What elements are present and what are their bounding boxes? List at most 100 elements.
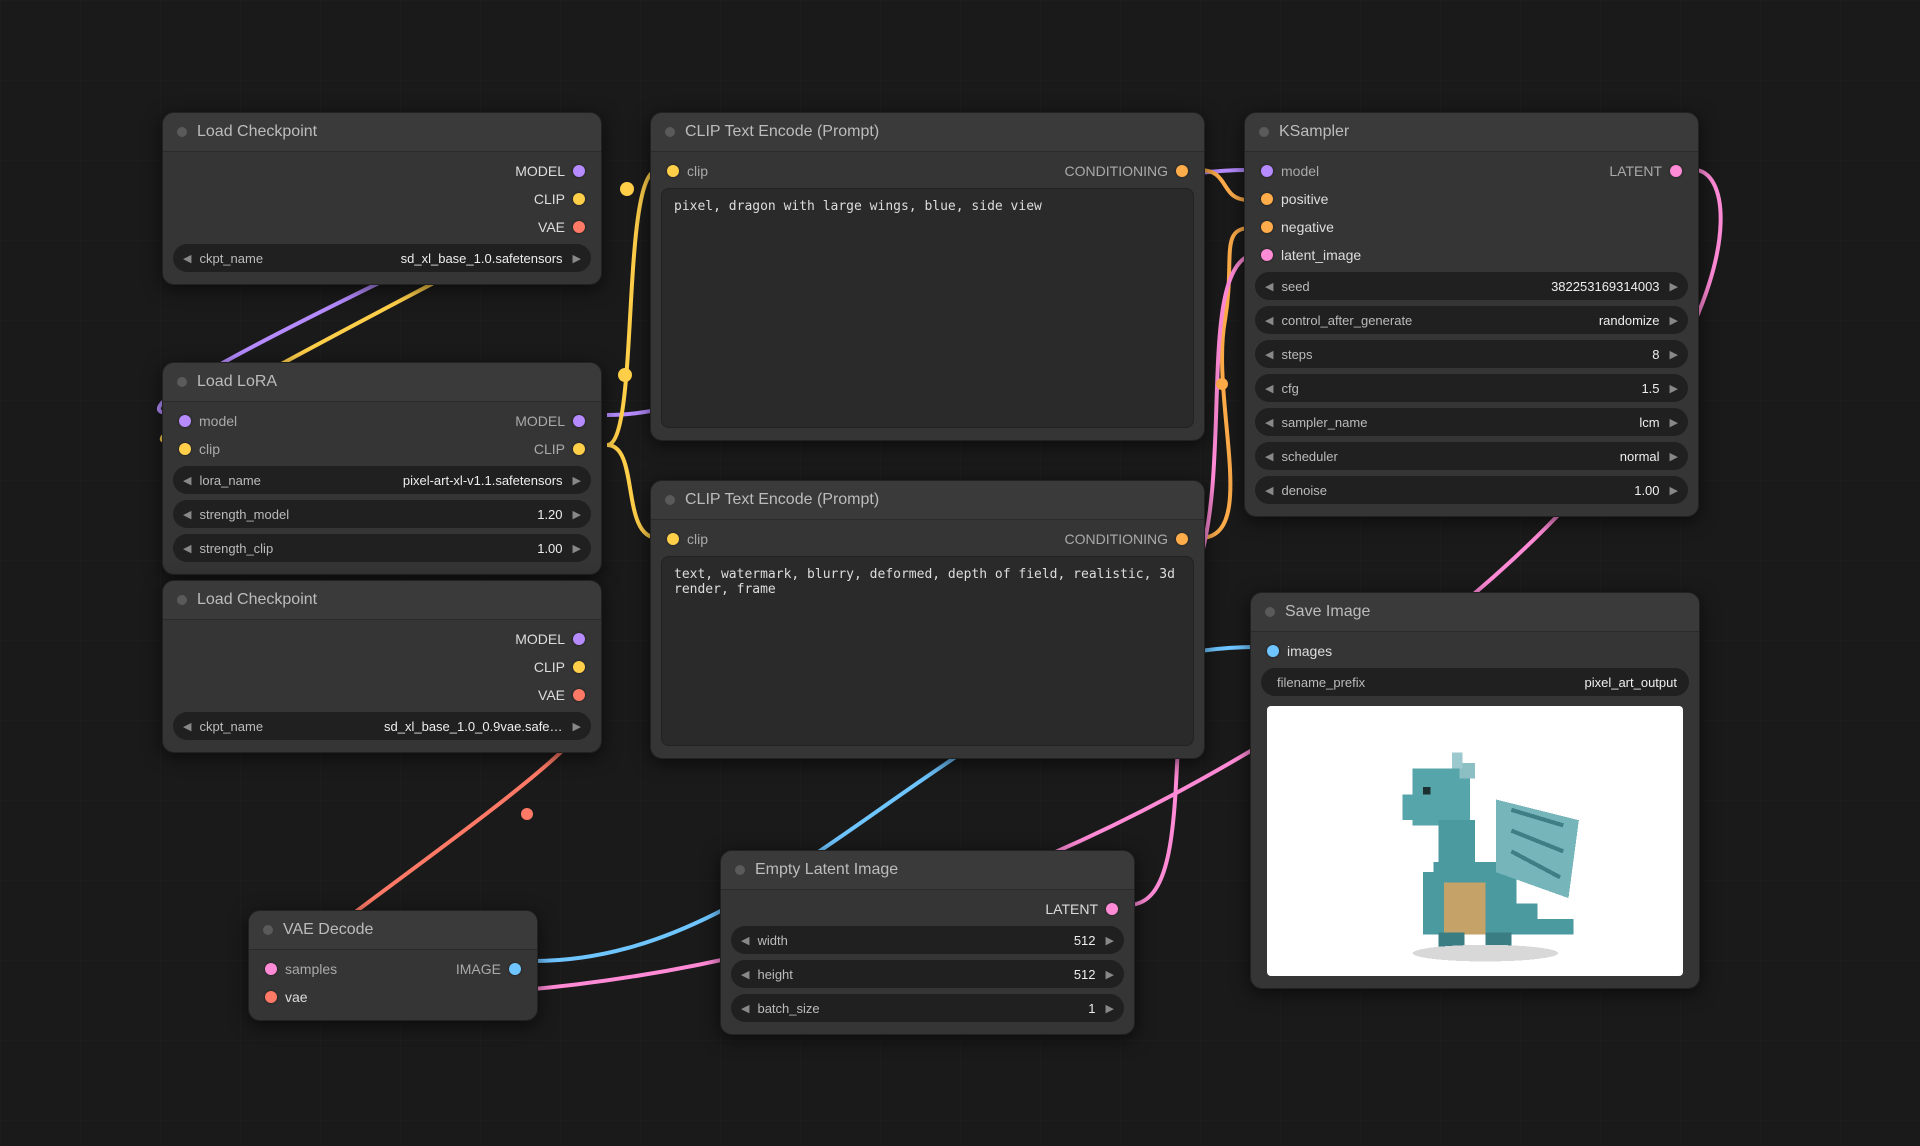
- socket-icon[interactable]: [1261, 221, 1273, 233]
- collapse-icon[interactable]: [1265, 607, 1275, 617]
- node-header[interactable]: Load LoRA: [163, 363, 601, 402]
- chevron-left-icon[interactable]: ◀: [179, 720, 195, 733]
- input-clip[interactable]: clip: [179, 441, 220, 457]
- chevron-left-icon[interactable]: ◀: [737, 968, 753, 981]
- node-header[interactable]: KSampler: [1245, 113, 1698, 152]
- widget-strength-clip[interactable]: ◀ strength_clip 1.00 ▶: [173, 534, 591, 562]
- widget-seed[interactable]: ◀seed382253169314003▶: [1255, 272, 1688, 300]
- socket-icon[interactable]: [1261, 165, 1273, 177]
- input-latent-image[interactable]: latent_image: [1255, 244, 1688, 266]
- widget-steps[interactable]: ◀steps8▶: [1255, 340, 1688, 368]
- chevron-left-icon[interactable]: ◀: [737, 934, 753, 947]
- input-clip[interactable]: clip: [667, 163, 708, 179]
- node-header[interactable]: Empty Latent Image: [721, 851, 1134, 890]
- chevron-left-icon[interactable]: ◀: [1261, 416, 1277, 429]
- input-model[interactable]: model: [179, 413, 237, 429]
- node-header[interactable]: Load Checkpoint: [163, 113, 601, 152]
- collapse-icon[interactable]: [177, 127, 187, 137]
- node-vae-decode[interactable]: VAE Decode samples IMAGE vae: [248, 910, 538, 1021]
- socket-icon[interactable]: [1176, 533, 1188, 545]
- collapse-icon[interactable]: [665, 495, 675, 505]
- node-load-lora[interactable]: Load LoRA model MODEL clip CLIP ◀ lora_n…: [162, 362, 602, 575]
- chevron-left-icon[interactable]: ◀: [179, 252, 195, 265]
- chevron-right-icon[interactable]: ▶: [1666, 450, 1682, 463]
- output-vae[interactable]: VAE: [173, 216, 591, 238]
- socket-icon[interactable]: [1176, 165, 1188, 177]
- widget-width[interactable]: ◀ width 512 ▶: [731, 926, 1124, 954]
- input-images[interactable]: images: [1261, 640, 1689, 662]
- node-clip-negative[interactable]: CLIP Text Encode (Prompt) clip CONDITION…: [650, 480, 1205, 759]
- socket-icon[interactable]: [573, 689, 585, 701]
- chevron-left-icon[interactable]: ◀: [179, 542, 195, 555]
- widget-strength-model[interactable]: ◀ strength_model 1.20 ▶: [173, 500, 591, 528]
- socket-icon[interactable]: [667, 533, 679, 545]
- node-header[interactable]: CLIP Text Encode (Prompt): [651, 481, 1204, 520]
- chevron-right-icon[interactable]: ▶: [1102, 934, 1118, 947]
- chevron-left-icon[interactable]: ◀: [1261, 484, 1277, 497]
- image-preview[interactable]: [1267, 706, 1683, 976]
- socket-icon[interactable]: [509, 963, 521, 975]
- chevron-left-icon[interactable]: ◀: [179, 474, 195, 487]
- chevron-right-icon[interactable]: ▶: [569, 508, 585, 521]
- output-conditioning[interactable]: CONDITIONING: [1065, 531, 1188, 547]
- input-samples[interactable]: samples: [265, 961, 337, 977]
- widget-cfg[interactable]: ◀cfg1.5▶: [1255, 374, 1688, 402]
- input-positive[interactable]: positive: [1255, 188, 1688, 210]
- output-conditioning[interactable]: CONDITIONING: [1065, 163, 1188, 179]
- collapse-icon[interactable]: [1259, 127, 1269, 137]
- widget-filename-prefix[interactable]: filename_prefix pixel_art_output: [1261, 668, 1689, 696]
- socket-icon[interactable]: [573, 221, 585, 233]
- widget-batch-size[interactable]: ◀ batch_size 1 ▶: [731, 994, 1124, 1022]
- input-vae[interactable]: vae: [259, 986, 527, 1008]
- chevron-right-icon[interactable]: ▶: [569, 720, 585, 733]
- input-negative[interactable]: negative: [1255, 216, 1688, 238]
- collapse-icon[interactable]: [735, 865, 745, 875]
- collapse-icon[interactable]: [177, 377, 187, 387]
- input-clip[interactable]: clip: [667, 531, 708, 547]
- chevron-right-icon[interactable]: ▶: [1666, 416, 1682, 429]
- socket-icon[interactable]: [1267, 645, 1279, 657]
- chevron-left-icon[interactable]: ◀: [1261, 280, 1277, 293]
- chevron-left-icon[interactable]: ◀: [1261, 450, 1277, 463]
- node-load-checkpoint-1[interactable]: Load Checkpoint MODEL CLIP VAE ◀ ckpt_na…: [162, 112, 602, 285]
- widget-ckpt-name[interactable]: ◀ ckpt_name sd_xl_base_1.0.safetensors ▶: [173, 244, 591, 272]
- chevron-right-icon[interactable]: ▶: [569, 252, 585, 265]
- socket-icon[interactable]: [179, 443, 191, 455]
- output-model[interactable]: MODEL: [173, 628, 591, 650]
- socket-icon[interactable]: [1261, 193, 1273, 205]
- collapse-icon[interactable]: [263, 925, 273, 935]
- node-header[interactable]: CLIP Text Encode (Prompt): [651, 113, 1204, 152]
- widget-control-after-generate[interactable]: ◀control_after_generaterandomize▶: [1255, 306, 1688, 334]
- output-vae[interactable]: VAE: [173, 684, 591, 706]
- chevron-left-icon[interactable]: ◀: [1261, 314, 1277, 327]
- output-model[interactable]: MODEL: [515, 413, 585, 429]
- widget-ckpt-name[interactable]: ◀ ckpt_name sd_xl_base_1.0_0.9vae.safe… …: [173, 712, 591, 740]
- chevron-right-icon[interactable]: ▶: [1666, 348, 1682, 361]
- node-load-checkpoint-2[interactable]: Load Checkpoint MODEL CLIP VAE ◀ ckpt_na…: [162, 580, 602, 753]
- socket-icon[interactable]: [667, 165, 679, 177]
- node-header[interactable]: Load Checkpoint: [163, 581, 601, 620]
- collapse-icon[interactable]: [665, 127, 675, 137]
- prompt-textarea[interactable]: pixel, dragon with large wings, blue, si…: [661, 188, 1194, 428]
- socket-icon[interactable]: [573, 661, 585, 673]
- chevron-right-icon[interactable]: ▶: [1666, 484, 1682, 497]
- output-latent[interactable]: LATENT: [1609, 163, 1682, 179]
- node-canvas[interactable]: Load Checkpoint MODEL CLIP VAE ◀ ckpt_na…: [0, 0, 1920, 1146]
- chevron-left-icon[interactable]: ◀: [1261, 382, 1277, 395]
- chevron-right-icon[interactable]: ▶: [1666, 382, 1682, 395]
- output-image[interactable]: IMAGE: [456, 961, 521, 977]
- socket-icon[interactable]: [265, 963, 277, 975]
- socket-icon[interactable]: [573, 193, 585, 205]
- node-clip-positive[interactable]: CLIP Text Encode (Prompt) clip CONDITION…: [650, 112, 1205, 441]
- widget-height[interactable]: ◀ height 512 ▶: [731, 960, 1124, 988]
- prompt-textarea[interactable]: text, watermark, blurry, deformed, depth…: [661, 556, 1194, 746]
- node-ksampler[interactable]: KSampler model LATENT positive negative …: [1244, 112, 1699, 517]
- input-model[interactable]: model: [1261, 163, 1319, 179]
- socket-icon[interactable]: [573, 633, 585, 645]
- chevron-left-icon[interactable]: ◀: [179, 508, 195, 521]
- widget-lora-name[interactable]: ◀ lora_name pixel-art-xl-v1.1.safetensor…: [173, 466, 591, 494]
- chevron-right-icon[interactable]: ▶: [569, 474, 585, 487]
- output-clip[interactable]: CLIP: [534, 441, 585, 457]
- output-clip[interactable]: CLIP: [173, 188, 591, 210]
- chevron-right-icon[interactable]: ▶: [1102, 1002, 1118, 1015]
